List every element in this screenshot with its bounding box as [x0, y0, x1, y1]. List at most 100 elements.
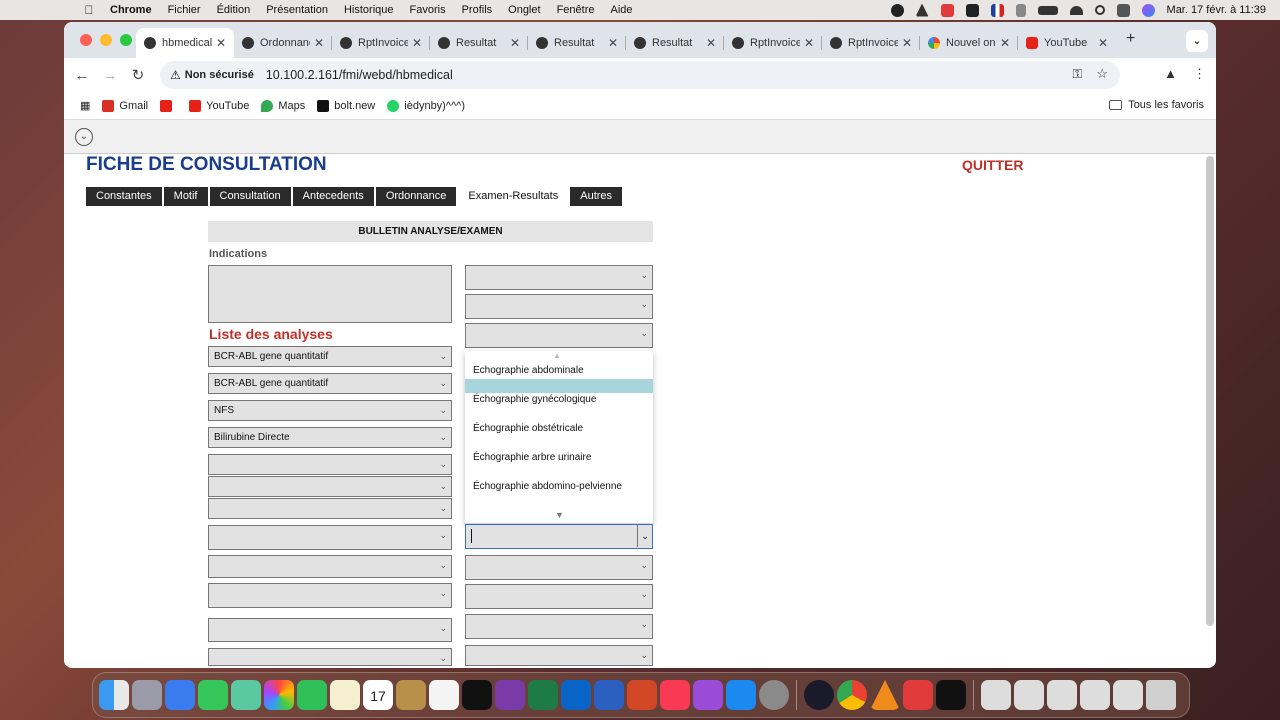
minimize-window-button[interactable] [100, 34, 112, 46]
menu-profils[interactable]: Profils [462, 4, 493, 16]
exam-select[interactable]: ⌄ [465, 265, 653, 290]
tab-resultat[interactable]: Resultat ✕ [430, 28, 528, 58]
all-bookmarks-button[interactable]: Tous les favoris [1109, 99, 1204, 111]
extension-icon[interactable]: ▲ [1164, 66, 1177, 82]
tab-resultat[interactable]: Resultat ✕ [626, 28, 724, 58]
menu-presentation[interactable]: Présentation [266, 4, 328, 16]
scroll-up-arrow-icon[interactable]: ▲ [553, 351, 561, 360]
tab-nouvel-onglet[interactable]: Nouvel onglet ✕ [920, 28, 1018, 58]
reminders-icon[interactable] [429, 680, 459, 710]
tab-consultation[interactable]: Consultation [209, 187, 291, 206]
messages-icon[interactable] [198, 680, 228, 710]
siri-icon[interactable] [1141, 3, 1155, 17]
exam-select[interactable]: ⌄ [465, 614, 653, 639]
bookmark-gmail[interactable]: Gmail [102, 99, 148, 112]
record-icon[interactable] [890, 3, 904, 17]
close-tab-icon[interactable]: ✕ [706, 36, 716, 50]
bookmark-maps[interactable]: Maps [261, 99, 305, 112]
tab-ordonnance[interactable]: Ordonnance ✕ [234, 28, 332, 58]
bookmark-youtube[interactable]: YouTube [189, 99, 249, 112]
analysis-select[interactable]: ⌄ [208, 454, 452, 475]
maps-icon[interactable] [231, 680, 261, 710]
exam-select[interactable]: ⌄ [465, 645, 653, 666]
exam-select[interactable]: ⌄ [465, 555, 653, 580]
scrollbar[interactable] [1206, 156, 1214, 626]
close-tab-icon[interactable]: ✕ [216, 36, 226, 50]
menu-favoris[interactable]: Favoris [410, 4, 446, 16]
bookmark-star-icon[interactable]: ☆ [1096, 66, 1108, 82]
analysis-select[interactable]: Bilirubine Directe ⌄ [208, 427, 452, 448]
analysis-select[interactable]: ⌄ [208, 525, 452, 550]
tab-hbmedical[interactable]: hbmedical ✕ [136, 28, 234, 58]
close-tab-icon[interactable]: ✕ [902, 36, 912, 50]
word-icon[interactable] [594, 680, 624, 710]
calendar-icon[interactable]: 17 [363, 680, 393, 710]
analysis-select[interactable]: BCR-ABL gene quantitatif ⌄ [208, 373, 452, 394]
analysis-select[interactable]: ⌄ [208, 618, 452, 642]
tab-autres[interactable]: Autres [570, 187, 623, 206]
chevron-down-circle-icon[interactable]: ⌄ [75, 128, 93, 146]
excel-icon[interactable] [528, 680, 558, 710]
proton-vpn-icon[interactable] [804, 680, 834, 710]
zoom-window-button[interactable] [120, 34, 132, 46]
tab-rptinvoice[interactable]: RptInvoice ✕ [332, 28, 430, 58]
apps-grid-icon[interactable]: ▦ [80, 99, 90, 112]
recent-window-thumbnail[interactable] [981, 680, 1011, 710]
quit-button[interactable]: QUITTER [962, 157, 1023, 173]
tab-examen-resultats[interactable]: Examen-Resultats [458, 187, 569, 206]
wifi-icon[interactable] [1069, 5, 1083, 15]
menu-aide[interactable]: Aide [610, 4, 632, 16]
close-tab-icon[interactable]: ✕ [1098, 36, 1108, 50]
exam-select[interactable]: ⌄ [465, 294, 653, 319]
capcut-icon[interactable] [936, 680, 966, 710]
podcasts-icon[interactable] [693, 680, 723, 710]
tab-ordonnance[interactable]: Ordonnance [375, 187, 457, 206]
close-tab-icon[interactable]: ✕ [510, 36, 520, 50]
apple-icon[interactable]:  [80, 3, 98, 17]
address-bar[interactable]: ⚠ Non sécurisé 10.100.2.161/fmi/webd/hbm… [160, 61, 1120, 89]
reload-icon[interactable]: ↻ [124, 66, 152, 84]
contacts-icon[interactable] [396, 680, 426, 710]
chrome-icon[interactable] [837, 680, 867, 710]
menu-fenetre[interactable]: Fenêtre [557, 4, 595, 16]
control-center-icon[interactable] [1116, 3, 1130, 17]
bookmark-bolt[interactable]: bolt.new [317, 99, 375, 112]
outlook-icon[interactable] [561, 680, 591, 710]
close-tab-icon[interactable]: ✕ [1000, 36, 1010, 50]
close-tab-icon[interactable]: ✕ [412, 36, 422, 50]
exam-select-active[interactable]: ⌄ [465, 524, 653, 549]
bookmark-whatsapp[interactable]: ièdynby)^^^) [387, 99, 465, 112]
menu-edition[interactable]: Édition [217, 4, 251, 16]
analysis-select[interactable]: ⌄ [208, 583, 452, 608]
notes-icon[interactable] [330, 680, 360, 710]
tab-rptinvoice[interactable]: RptInvoice ✕ [822, 28, 920, 58]
music-icon[interactable] [660, 680, 690, 710]
vlc-icon[interactable] [870, 680, 900, 710]
url-text[interactable]: 10.100.2.161/fmi/webd/hbmedical [266, 68, 453, 82]
finder-icon[interactable] [99, 680, 129, 710]
menu-historique[interactable]: Historique [344, 4, 394, 16]
security-label[interactable]: Non sécurisé [185, 69, 254, 81]
search-icon[interactable] [1094, 5, 1105, 15]
analysis-select[interactable]: ⌄ [208, 555, 452, 578]
mail-icon[interactable] [165, 680, 195, 710]
recent-window-thumbnail[interactable] [1080, 680, 1110, 710]
photos-icon[interactable] [264, 680, 294, 710]
scroll-down-arrow-icon[interactable]: ▼ [555, 510, 564, 520]
analysis-select[interactable]: ⌄ [208, 476, 452, 497]
flag-fr-icon[interactable] [990, 3, 1004, 17]
menu-app-name[interactable]: Chrome [110, 4, 152, 16]
tab-youtube[interactable]: YouTube ✕ [1018, 28, 1116, 58]
tab-antecedents[interactable]: Antecedents [292, 187, 374, 206]
analysis-select[interactable]: ⌄ [208, 498, 452, 519]
tab-resultat[interactable]: Resultat ✕ [528, 28, 626, 58]
trash-icon[interactable] [1146, 680, 1176, 710]
battery-icon[interactable] [1037, 5, 1058, 15]
info-icon[interactable] [965, 3, 979, 17]
close-tab-icon[interactable]: ✕ [314, 36, 324, 50]
exam-select[interactable]: ⌄ [465, 323, 653, 348]
exam-select[interactable]: ⌄ [465, 584, 653, 609]
recent-window-thumbnail[interactable] [1113, 680, 1143, 710]
warning-icon[interactable]: ⚠ [170, 68, 181, 82]
clock-text[interactable]: Mar. 17 févr. à 11:39 [1167, 4, 1266, 16]
